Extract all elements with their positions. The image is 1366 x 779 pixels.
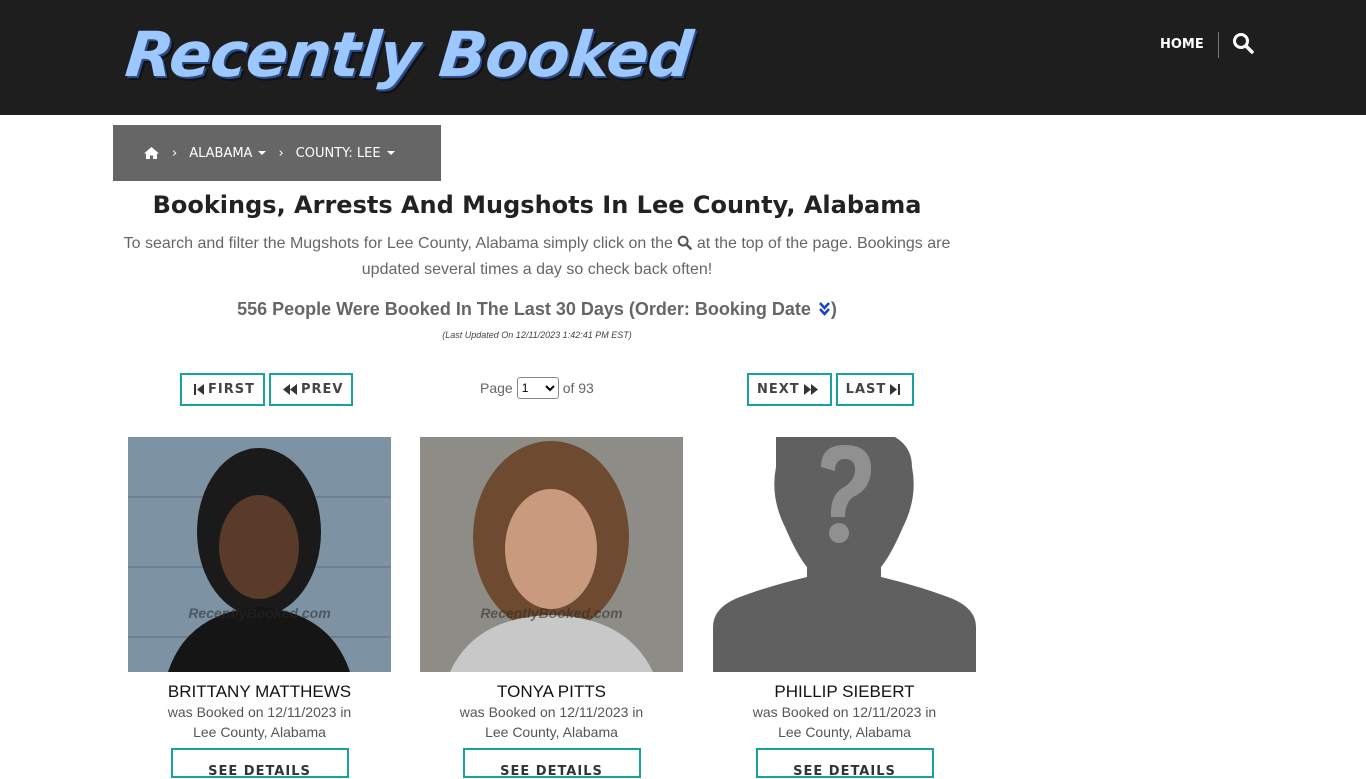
booking-count: 556 People Were Booked In The Last 30 Da… — [113, 299, 961, 320]
prev-page-button[interactable]: PREV — [268, 373, 354, 406]
last-updated: (Last Updated On 12/11/2023 1:42:41 PM E… — [442, 330, 632, 340]
breadcrumb-county-label: COUNTY: LEE — [295, 145, 381, 161]
chevron-right-icon: › — [278, 145, 284, 161]
watermark: RecentlyBooked.com — [188, 605, 331, 621]
breadcrumb-state-label: ALABAMA — [189, 145, 253, 161]
site-logo[interactable]: Recently Booked — [122, 18, 695, 92]
last-page-label: LAST — [845, 382, 887, 397]
booking-location: Lee County, Alabama — [778, 724, 911, 740]
booking-count-close: ) — [830, 299, 837, 319]
pager-right: NEXT LAST — [747, 373, 915, 406]
booking-info: was Booked on 12/11/2023 in — [167, 704, 352, 720]
site-header: Recently Booked HOME — [0, 0, 1366, 115]
page-selector: Page 1 of 93 — [480, 377, 594, 399]
page-total-label: of 93 — [562, 380, 594, 396]
page-label: Page — [480, 380, 513, 396]
breadcrumb: › ALABAMA › COUNTY: LEE — [113, 125, 441, 181]
main-content: Bookings, Arrests And Mugshots In Lee Co… — [113, 185, 961, 340]
booking-location: Lee County, Alabama — [485, 724, 618, 740]
last-page-button[interactable]: LAST — [835, 373, 915, 406]
prev-page-label: PREV — [300, 382, 344, 397]
booking-location: Lee County, Alabama — [193, 724, 326, 740]
mugshot-photo[interactable]: RecentlyBooked.com — [128, 437, 391, 672]
see-details-button[interactable]: SEE DETAILS — [170, 748, 349, 779]
intro-text: To search and filter the Mugshots for Le… — [113, 231, 961, 283]
next-page-button[interactable]: NEXT — [747, 373, 832, 406]
chevron-right-icon: › — [172, 145, 178, 161]
caret-down-icon — [386, 151, 395, 155]
search-icon[interactable] — [1232, 32, 1258, 58]
booking-card[interactable]: PHILLIP SIEBERT was Booked on 12/11/2023… — [713, 437, 976, 779]
intro-text-before: To search and filter the Mugshots for Le… — [123, 235, 673, 252]
home-icon[interactable] — [143, 146, 160, 160]
see-details-button[interactable]: SEE DETAILS — [462, 748, 641, 779]
person-name[interactable]: BRITTANY MATTHEWS — [128, 682, 391, 702]
booking-card[interactable]: RecentlyBooked.com BRITTANY MATTHEWS was… — [128, 437, 391, 779]
caret-down-icon — [258, 151, 267, 155]
page-select[interactable]: 1 — [516, 377, 559, 399]
double-chevron-down-icon[interactable] — [818, 301, 831, 317]
see-details-button[interactable]: SEE DETAILS — [755, 748, 934, 779]
breadcrumb-state[interactable]: ALABAMA — [189, 145, 267, 161]
booking-count-text: 556 People Were Booked In The Last 30 Da… — [237, 299, 811, 319]
page-title: Bookings, Arrests And Mugshots In Lee Co… — [152, 191, 922, 219]
person-name[interactable]: PHILLIP SIEBERT — [713, 682, 976, 702]
first-page-button[interactable]: FIRST — [180, 373, 265, 406]
next-page-label: NEXT — [757, 382, 800, 397]
breadcrumb-county[interactable]: COUNTY: LEE — [296, 146, 395, 161]
nav-home-link[interactable]: HOME — [1160, 32, 1219, 58]
mugshot-photo[interactable]: RecentlyBooked.com — [420, 437, 683, 672]
step-backward-icon — [194, 384, 204, 395]
pager-left: FIRST PREV — [180, 373, 354, 406]
person-name[interactable]: TONYA PITTS — [420, 682, 683, 702]
step-forward-icon — [890, 384, 901, 395]
placeholder-silhouette-photo[interactable] — [713, 437, 976, 672]
first-page-label: FIRST — [208, 382, 255, 397]
booking-info: was Booked on 12/11/2023 in — [459, 704, 644, 720]
booking-card[interactable]: RecentlyBooked.com TONYA PITTS was Booke… — [420, 437, 683, 779]
backward-icon — [282, 384, 297, 395]
forward-icon — [803, 384, 818, 395]
booking-info: was Booked on 12/11/2023 in — [752, 704, 937, 720]
watermark: RecentlyBooked.com — [480, 605, 623, 621]
search-icon[interactable] — [677, 235, 693, 250]
